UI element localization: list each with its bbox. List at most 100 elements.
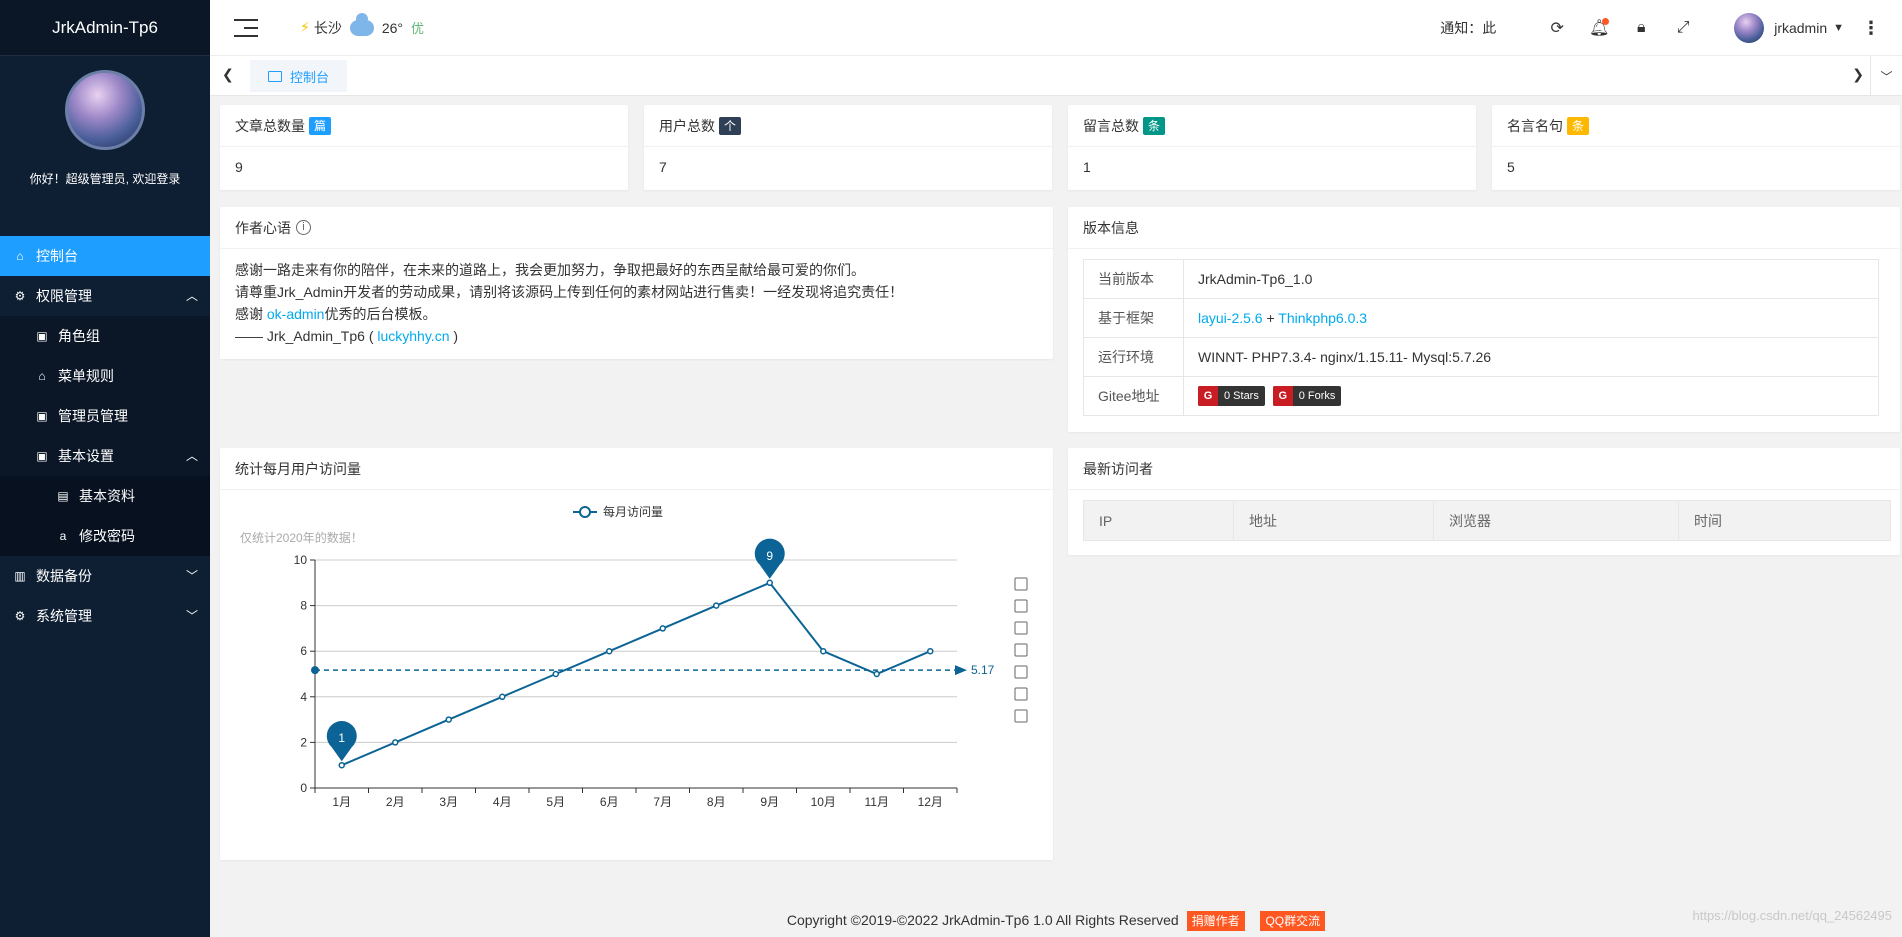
sidebar-item-basic-settings[interactable]: ▣ 基本设置 ︿ [0, 436, 210, 476]
gears-icon: ⚙ [14, 609, 26, 623]
data-view-icon[interactable] [1014, 577, 1028, 591]
tiled-icon[interactable] [1014, 665, 1028, 679]
table-cell: 基于框架 [1083, 298, 1184, 338]
tab-dashboard[interactable]: 控制台 [250, 60, 348, 92]
home-icon: ⌂ [16, 249, 24, 263]
gitee-forks-badge[interactable]: G 0 Forks [1272, 386, 1342, 406]
line-chart-icon[interactable] [1014, 599, 1028, 613]
bell-icon[interactable]: 🔔︎ [1589, 18, 1609, 38]
sidebar-item-basic-profile[interactable]: ▤ 基本资料 [0, 476, 210, 516]
visits-line-chart: 每月访问量仅统计2020年的数据！ 0 2 4 6 8 10 1月 2月 3月 4月 5月 6月 7月 8月… [240, 504, 1028, 809]
user-card-icon: ▣ [36, 329, 48, 343]
sidebar-item-menu-rules[interactable]: ⌂ 菜单规则 [0, 356, 210, 396]
sidebar-item-change-password[interactable]: a 修改密码 [0, 516, 210, 556]
x-tick-label: 3月 [439, 795, 458, 809]
text: + [1262, 310, 1279, 326]
user-card-icon: ▣ [36, 449, 48, 463]
sidebar-item-data-backup[interactable]: ▥ 数据备份 ﹀ [0, 556, 210, 596]
cloud-icon [349, 12, 374, 36]
sidebar-item-admin-manage[interactable]: ▣ 管理员管理 [0, 396, 210, 436]
notice-marquee[interactable]: 通知：此 [1440, 18, 1496, 38]
stat-badge: 条 [1143, 116, 1166, 135]
stat-label: 文章总数量 [235, 117, 305, 134]
text: 感谢 [235, 306, 267, 322]
stat-card-users: 用户总数 个 7 [644, 105, 1052, 190]
mark-point-label: 1 [338, 731, 345, 745]
tab-next-icon[interactable]: ❯ [1852, 66, 1864, 83]
id-card-icon: ▤ [57, 489, 69, 503]
stat-value: 9 [235, 159, 243, 175]
username[interactable]: jrkadmin [1774, 20, 1827, 36]
fullscreen-icon[interactable]: ⤢ [1673, 18, 1693, 38]
y-tick-label: 10 [294, 553, 308, 567]
caret-down-icon[interactable]: ▼ [1833, 22, 1844, 34]
gitee-stars-badge[interactable]: G 0 Stars [1198, 386, 1265, 406]
table-cell: 运行环境 [1083, 337, 1184, 377]
site-link[interactable]: luckyhhy.cn [377, 328, 449, 344]
copyright: Copyright ©2019-©2022 JrkAdmin-Tp6 1.0 A… [786, 912, 1179, 928]
sidebar-item-label: 控制台 [36, 248, 78, 264]
stat-card-quotes: 名言名句 条 5 [1492, 105, 1900, 190]
weather-widget: ⚡ 长沙 26° 优 [300, 12, 424, 38]
table-cell: layui-2.5.6 + Thinkphp6.0.3 [1183, 298, 1879, 338]
lightning-icon: ⚡ [300, 19, 310, 35]
sidebar-item-label: 基本资料 [79, 488, 135, 504]
data-point [927, 647, 934, 655]
data-point [338, 761, 345, 769]
refresh-icon[interactable]: ⟳ [1547, 18, 1567, 38]
weather-temp: 26° [381, 19, 404, 36]
avatar[interactable] [65, 70, 145, 150]
sidebar-item-label: 管理员管理 [58, 408, 128, 424]
visits-chart-card: 统计每月用户访问量 每月访问量 仅统计2020年的数据！ 0 2 4 6 8 10 1月 2月 3月… [220, 448, 1053, 860]
welcome-text: 你好！超级管理员, 欢迎登录 [29, 172, 181, 186]
bar-chart-icon[interactable] [1014, 621, 1028, 635]
more-vertical-icon[interactable]: ⋮ [1862, 18, 1880, 39]
ok-admin-link[interactable]: ok-admin [267, 306, 325, 322]
menu-toggle-icon[interactable] [234, 18, 258, 37]
chevron-down-icon: ﹀ [185, 569, 198, 583]
brand-logo: JrkAdmin-Tp6 [0, 0, 210, 56]
table-cell: JrkAdmin-Tp6_1.0 [1183, 259, 1879, 299]
sidebar-item-system-manage[interactable]: ⚙ 系统管理 ﹀ [0, 596, 210, 636]
data-point [606, 647, 613, 655]
table-cell: G 0 Stars G 0 Forks [1183, 376, 1879, 416]
version-card-header: 版本信息 [1068, 207, 1900, 249]
download-icon[interactable] [1014, 709, 1028, 723]
sidebar-item-auth[interactable]: ⚙ 权限管理 ︿ [0, 276, 210, 316]
tab-prev-icon[interactable]: ❮ [222, 66, 234, 83]
qq-group-button[interactable]: QQ群交流 [1260, 911, 1326, 932]
user-avatar[interactable] [1734, 13, 1765, 43]
table-row: 当前版本 JrkAdmin-Tp6_1.0 [1083, 259, 1879, 299]
column-header-ip: IP [1083, 500, 1234, 541]
y-tick-label: 4 [300, 690, 307, 704]
restore-icon[interactable] [1014, 687, 1028, 701]
tab-label: 控制台 [290, 69, 330, 85]
donate-button[interactable]: 捐赠作者 [1186, 911, 1245, 932]
user-card-icon: ▣ [36, 409, 48, 423]
tab-menu-chevron-down-icon[interactable]: ﹀ [1870, 56, 1902, 96]
table-cell: 当前版本 [1083, 259, 1184, 299]
stat-badge: 条 [1567, 116, 1590, 135]
header-actions: 通知：此 ⟳ 🔔︎ 🔒︎ ⤢ jrkadmin ▼ ⋮ [1440, 0, 1902, 56]
sidebar-item-role-group[interactable]: ▣ 角色组 [0, 316, 210, 356]
notification-dot [1602, 18, 1610, 25]
gitee-icon: G [1272, 386, 1293, 406]
bank-icon: ▥ [14, 569, 26, 583]
x-tick-label: 5月 [546, 795, 565, 809]
data-point [713, 602, 720, 609]
stat-card-articles: 文章总数量 篇 9 [220, 105, 628, 190]
version-table: 当前版本 JrkAdmin-Tp6_1.0 基于框架 layui-2.5.6 +… [1083, 259, 1879, 416]
stat-value: 7 [659, 159, 667, 175]
thinkphp-link[interactable]: Thinkphp6.0.3 [1278, 310, 1367, 326]
info-icon[interactable]: i [296, 220, 311, 235]
series-line [341, 581, 931, 767]
data-point [766, 579, 773, 587]
lock-icon[interactable]: 🔒︎ [1631, 18, 1651, 38]
x-tick-label: 6月 [600, 795, 619, 809]
stack-icon[interactable] [1014, 643, 1028, 657]
sidebar-item-label: 基本设置 [58, 448, 114, 464]
sidebar-item-dashboard[interactable]: ⌂ 控制台 [0, 236, 210, 276]
layui-link[interactable]: layui-2.5.6 [1198, 310, 1263, 326]
stat-badge: 个 [719, 116, 742, 135]
data-point [445, 716, 452, 723]
